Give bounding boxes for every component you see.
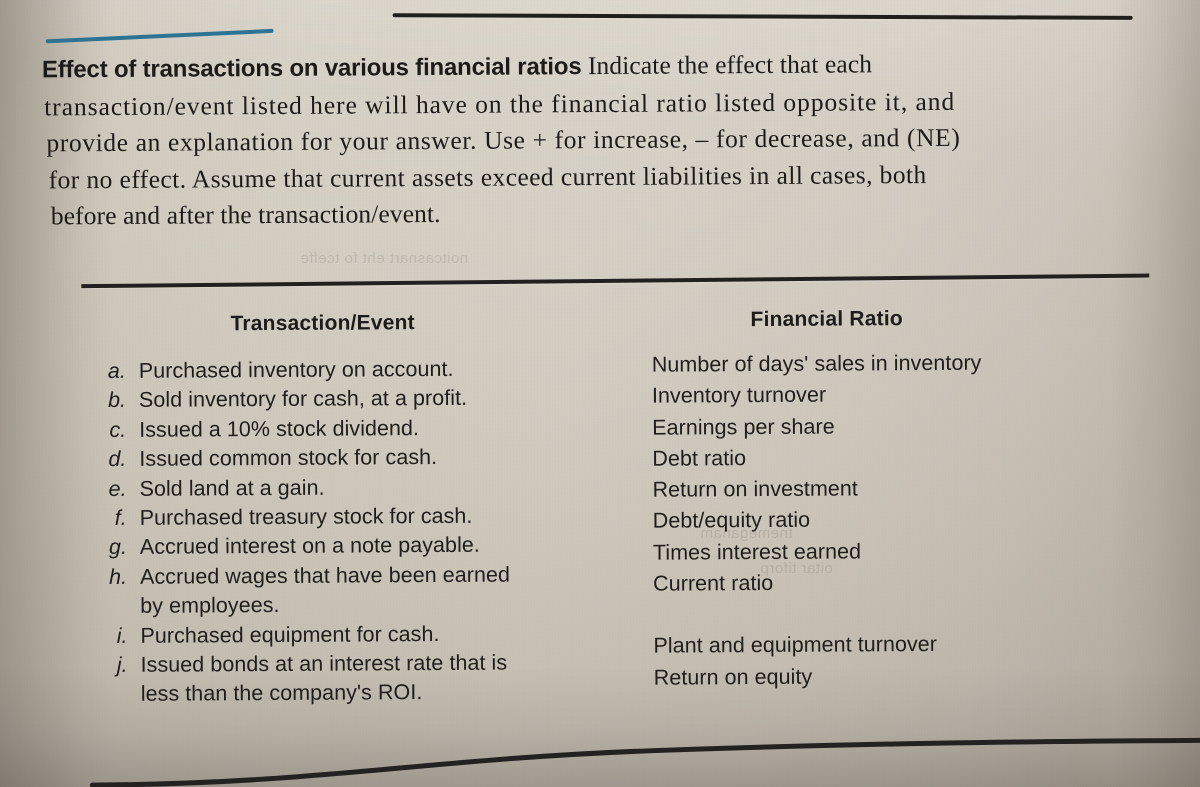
- problem-text-line-5: before and after the transaction/event.: [50, 198, 441, 231]
- transaction-item-text: Purchased inventory on account.: [138, 356, 454, 383]
- transaction-item-text: by employees.: [140, 593, 280, 619]
- textbook-page-photo: noitcasnart eht fo tceffe tnemeganam oit…: [0, 0, 1200, 787]
- transaction-item-marker: a.: [107, 358, 126, 384]
- transaction-list-item: i. Purchased equipment for cash.: [97, 619, 617, 652]
- transaction-list-item: j. Issued bonds at an interest rate that …: [98, 648, 618, 681]
- transaction-list-item: h. Accrued wages that have been earned: [97, 560, 617, 593]
- financial-ratio-list-item: Debt/equity ratio: [652, 508, 811, 534]
- financial-ratio-list-item: Times interest earned: [652, 539, 862, 565]
- financial-ratio-list-item: Current ratio: [653, 571, 774, 596]
- transaction-event-list: a. Purchased inventory on account. b. Sold …: [96, 354, 618, 710]
- transaction-item-text: Sold land at a gain.: [139, 475, 325, 501]
- transaction-item-marker: e.: [108, 476, 127, 501]
- financial-ratio-list-item: Plant and equipment turnover: [653, 632, 938, 659]
- transaction-item-text: Issued common stock for cash.: [139, 445, 438, 472]
- transaction-list-item: c. Issued a 10% stock dividend.: [96, 413, 616, 446]
- transaction-list-item: by employees.: [97, 589, 617, 622]
- transaction-item-text: less than the company's ROI.: [140, 680, 423, 707]
- financial-ratio-list: Number of days' sales in inventory Invent…: [652, 347, 1124, 694]
- problem-text-line-1: Indicate the effect that each: [581, 49, 873, 81]
- transaction-item-marker: d.: [108, 447, 127, 472]
- transaction-item-marker: h.: [109, 564, 128, 589]
- financial-ratio-list-item: Return on equity: [653, 664, 813, 690]
- problem-title: Effect of transactions on various financ…: [41, 53, 582, 84]
- transaction-item-text: Sold inventory for cash, at a profit.: [138, 386, 468, 413]
- transaction-item-text: Purchased equipment for cash.: [140, 621, 440, 648]
- transaction-list-item: d. Issued common stock for cash.: [96, 442, 616, 475]
- transaction-item-text: Purchased treasury stock for cash.: [139, 503, 473, 530]
- transaction-item-marker: c.: [109, 417, 127, 442]
- column-header-transaction-event: Transaction/Event: [230, 311, 415, 336]
- transaction-item-marker: j.: [116, 652, 128, 678]
- transaction-list-item: f. Purchased treasury stock for cash.: [97, 501, 617, 534]
- transaction-item-marker: i.: [116, 623, 128, 648]
- transaction-list-item: less than the company's ROI.: [98, 677, 618, 710]
- transaction-item-text: Issued bonds at an interest rate that is: [140, 650, 508, 677]
- transaction-item-text: Accrued wages that have been earned: [139, 562, 511, 589]
- financial-ratio-list-item: Earnings per share: [652, 414, 835, 440]
- transaction-item-marker: f.: [114, 505, 127, 530]
- problem-statement: Effect of transactions on various financ…: [42, 44, 1191, 235]
- financial-ratio-list-item: Number of days' sales in inventory: [651, 350, 982, 377]
- column-header-financial-ratio: Financial Ratio: [750, 307, 903, 332]
- transaction-item-marker: b.: [107, 388, 127, 413]
- transaction-item-marker: g.: [108, 535, 127, 560]
- transaction-list-item: b. Sold inventory for cash, at a profit.: [96, 383, 616, 416]
- transaction-item-text: Issued a 10% stock dividend.: [139, 415, 420, 442]
- financial-ratio-list-item: Debt ratio: [652, 445, 747, 471]
- transaction-item-text: Accrued interest on a note payable.: [139, 533, 480, 560]
- bottom-horizontal-rule: [89, 737, 1200, 787]
- financial-ratio-list-item: Return on investment: [652, 476, 858, 502]
- financial-ratio-list-item: Inventory turnover: [651, 382, 827, 408]
- transaction-list-item: g. Accrued interest on a note payable.: [97, 530, 617, 563]
- transaction-list-item: e. Sold land at a gain.: [96, 472, 616, 505]
- transaction-list-item: a. Purchased inventory on account.: [96, 354, 616, 387]
